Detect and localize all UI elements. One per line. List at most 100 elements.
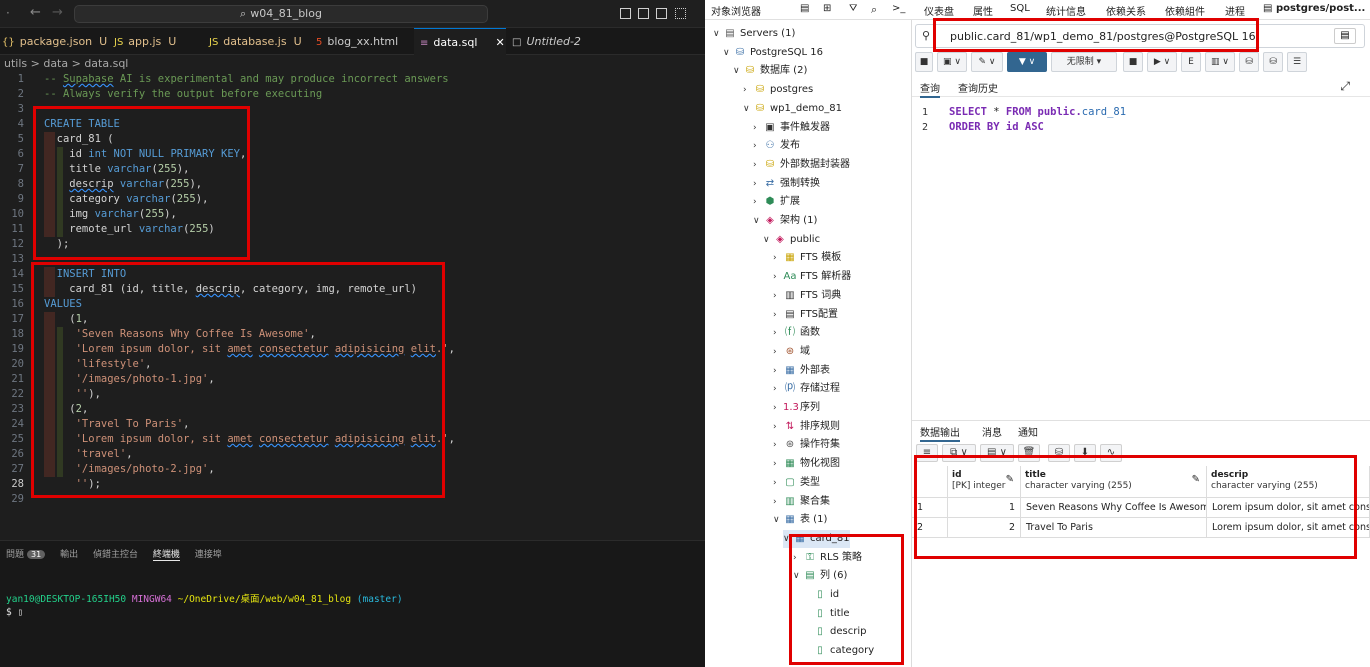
tree-node[interactable]: › ▦ FTS 模板 [773,249,841,267]
tab-properties[interactable]: 属性 [973,3,993,18]
graph-icon[interactable]: ∿ [1100,444,1122,462]
execute-icon[interactable]: ▶ ∨ [1147,52,1177,72]
tree-node[interactable]: ▯ descrip [803,623,866,641]
toggle-panel-icon[interactable] [638,8,649,19]
close-icon[interactable]: ✕ [495,36,504,49]
connection-bar[interactable]: ⚲ public.card_81/wp1_demo_81/postgres@Po… [915,24,1365,48]
chevron-right-icon[interactable]: › [773,455,783,473]
chevron-down-icon[interactable]: ∨ [773,511,783,529]
terminal[interactable]: yan10@DESKTOP-165IH50 MINGW64 ~/OneDrive… [6,593,403,619]
tree-node[interactable]: ∨ ⛁ PostgreSQL 16 [723,44,823,62]
filter-icon[interactable]: ⛛ [849,3,857,14]
chevron-down-icon[interactable]: ∨ [743,100,753,118]
copy-icon[interactable]: ⧉ ∨ [942,444,976,462]
tab-debug-console[interactable]: 偵錯主控台 [93,547,138,560]
chevron-right-icon[interactable]: › [773,493,783,511]
tree-node[interactable]: ∨ ◈ 架构 (1) [753,212,817,230]
chevron-down-icon[interactable]: ∨ [723,44,733,62]
chevron-right-icon[interactable]: › [753,119,763,137]
save-icon[interactable]: ▣ ∨ [937,52,967,72]
breadcrumb[interactable]: utils > data > data.sql [0,55,705,72]
explain-icon[interactable]: E [1181,52,1201,72]
paste-icon[interactable]: ▤ ∨ [980,444,1014,462]
chevron-right-icon[interactable]: › [773,287,783,305]
chevron-right-icon[interactable]: › [773,418,783,436]
chevron-right-icon[interactable]: › [773,436,783,454]
tab-data-output[interactable]: 数据输出 [920,424,960,442]
tree-node[interactable]: › Aa FTS 解析器 [773,268,851,286]
tab-untitled-2[interactable]: □ Untitled-2 [512,28,592,55]
chevron-down-icon[interactable]: ∨ [783,530,793,548]
cell-title[interactable]: Travel To Paris [1021,518,1207,538]
command-search[interactable]: ⌕ w04_81_blog [74,5,488,23]
tab-object-explorer[interactable]: 对象浏览器 [711,3,761,18]
chevron-right-icon[interactable]: › [773,380,783,398]
tree-node[interactable]: › ⚿ RLS 策略 [793,549,862,567]
download-icon[interactable]: ⬇ [1074,444,1096,462]
tree-node[interactable]: ∨ ▤ 列 (6) [793,567,847,585]
tab-dependencies[interactable]: 依赖关系 [1106,3,1146,18]
tab-query-history[interactable]: 查询历史 [958,80,998,95]
tree-node[interactable]: › ⒡ 函数 [773,324,820,342]
tab-package-json[interactable]: {} package.json U [2,28,107,55]
chevron-right-icon[interactable]: › [773,268,783,286]
expand-icon[interactable]: ⤢ [1340,79,1350,94]
add-row-icon[interactable]: ≡ [916,444,938,462]
tree-node[interactable]: › ⛁ 外部数据封装器 [753,156,850,174]
tab-query[interactable]: 查询 [920,80,940,98]
tree-node[interactable]: › ▢ 类型 [773,474,820,492]
cell-title[interactable]: Seven Reasons Why Coffee Is Awesome [1021,498,1207,518]
row-number[interactable]: 1 [912,498,948,518]
rollback-icon[interactable]: ⛁ [1263,52,1283,72]
db-connect-icon[interactable]: ▤ [1334,28,1356,44]
filter-button[interactable]: ▼ ∨ [1007,52,1047,72]
tree-node[interactable]: › ⒫ 存储过程 [773,380,840,398]
tree-node[interactable]: › ⛁ postgres [743,81,813,99]
row-number[interactable]: 2 [912,518,948,538]
table-view-icon[interactable]: ⊞ [823,3,831,14]
terminal-icon[interactable]: >_ [892,3,905,14]
tab-dependents[interactable]: 依赖組件 [1165,3,1205,18]
column-header-title[interactable]: title character varying (255) ✎ [1021,466,1207,498]
chevron-right-icon[interactable]: › [743,81,753,99]
tab-database-js[interactable]: JS database.js U [209,28,309,55]
save-data-icon[interactable]: ⛁ [1048,444,1070,462]
tree-node[interactable]: ∨ ▦ 表 (1) [773,511,827,529]
cell-id[interactable]: 1 [948,498,1021,518]
toggle-secondary-sidebar-icon[interactable] [656,8,667,19]
tab-messages[interactable]: 消息 [982,424,1002,439]
tree-node[interactable]: › ▦ 外部表 [773,362,830,380]
tab-problems[interactable]: 問題 31 [6,547,46,560]
edit-icon[interactable]: ✎ ∨ [971,52,1003,72]
tree-node[interactable]: ▯ id [803,586,839,604]
chevron-right-icon[interactable]: › [773,324,783,342]
chevron-right-icon[interactable]: › [753,156,763,174]
chevron-down-icon[interactable]: ∨ [763,231,773,249]
chevron-right-icon[interactable]: › [753,175,763,193]
tab-blog-html[interactable]: 5 blog_xx.html [316,28,406,55]
tab-terminal[interactable]: 終端機 [152,547,180,561]
toggle-sidebar-icon[interactable] [620,8,631,19]
tab-ports[interactable]: 連接埠 [195,547,222,560]
cell-descrip[interactable]: Lorem ipsum dolor, sit amet consectetur … [1207,518,1370,538]
forward-arrow-icon[interactable]: → [52,5,63,20]
tree-node[interactable]: ∨ ▤ Servers (1) [713,25,795,43]
tree-node[interactable]: ▯ category [803,642,874,660]
chevron-down-icon[interactable]: ∨ [733,62,743,80]
open-file-icon[interactable]: ■ [915,52,933,72]
chevron-down-icon[interactable]: ∨ [713,25,723,43]
tree-node[interactable]: › ⊛ 域 [773,343,810,361]
chevron-right-icon[interactable]: › [773,362,783,380]
tab-processes[interactable]: 进程 [1225,3,1245,18]
tree-node[interactable]: › ▦ 物化视图 [773,455,840,473]
column-header-descrip[interactable]: descrip character varying (255) [1207,466,1370,498]
tree-node[interactable]: ▯ title [803,605,849,623]
chevron-right-icon[interactable]: › [773,399,783,417]
customize-layout-icon[interactable] [675,8,686,19]
tree-node[interactable]: › ⚇ 发布 [753,137,800,155]
tree-node[interactable]: › ⇄ 强制转换 [753,175,820,193]
tab-sql[interactable]: SQL [1010,3,1030,14]
tree-node[interactable]: ∨ ⛁ 数据库 (2) [733,62,807,80]
chevron-right-icon[interactable]: › [773,474,783,492]
back-arrow-icon[interactable]: ← [30,5,41,20]
